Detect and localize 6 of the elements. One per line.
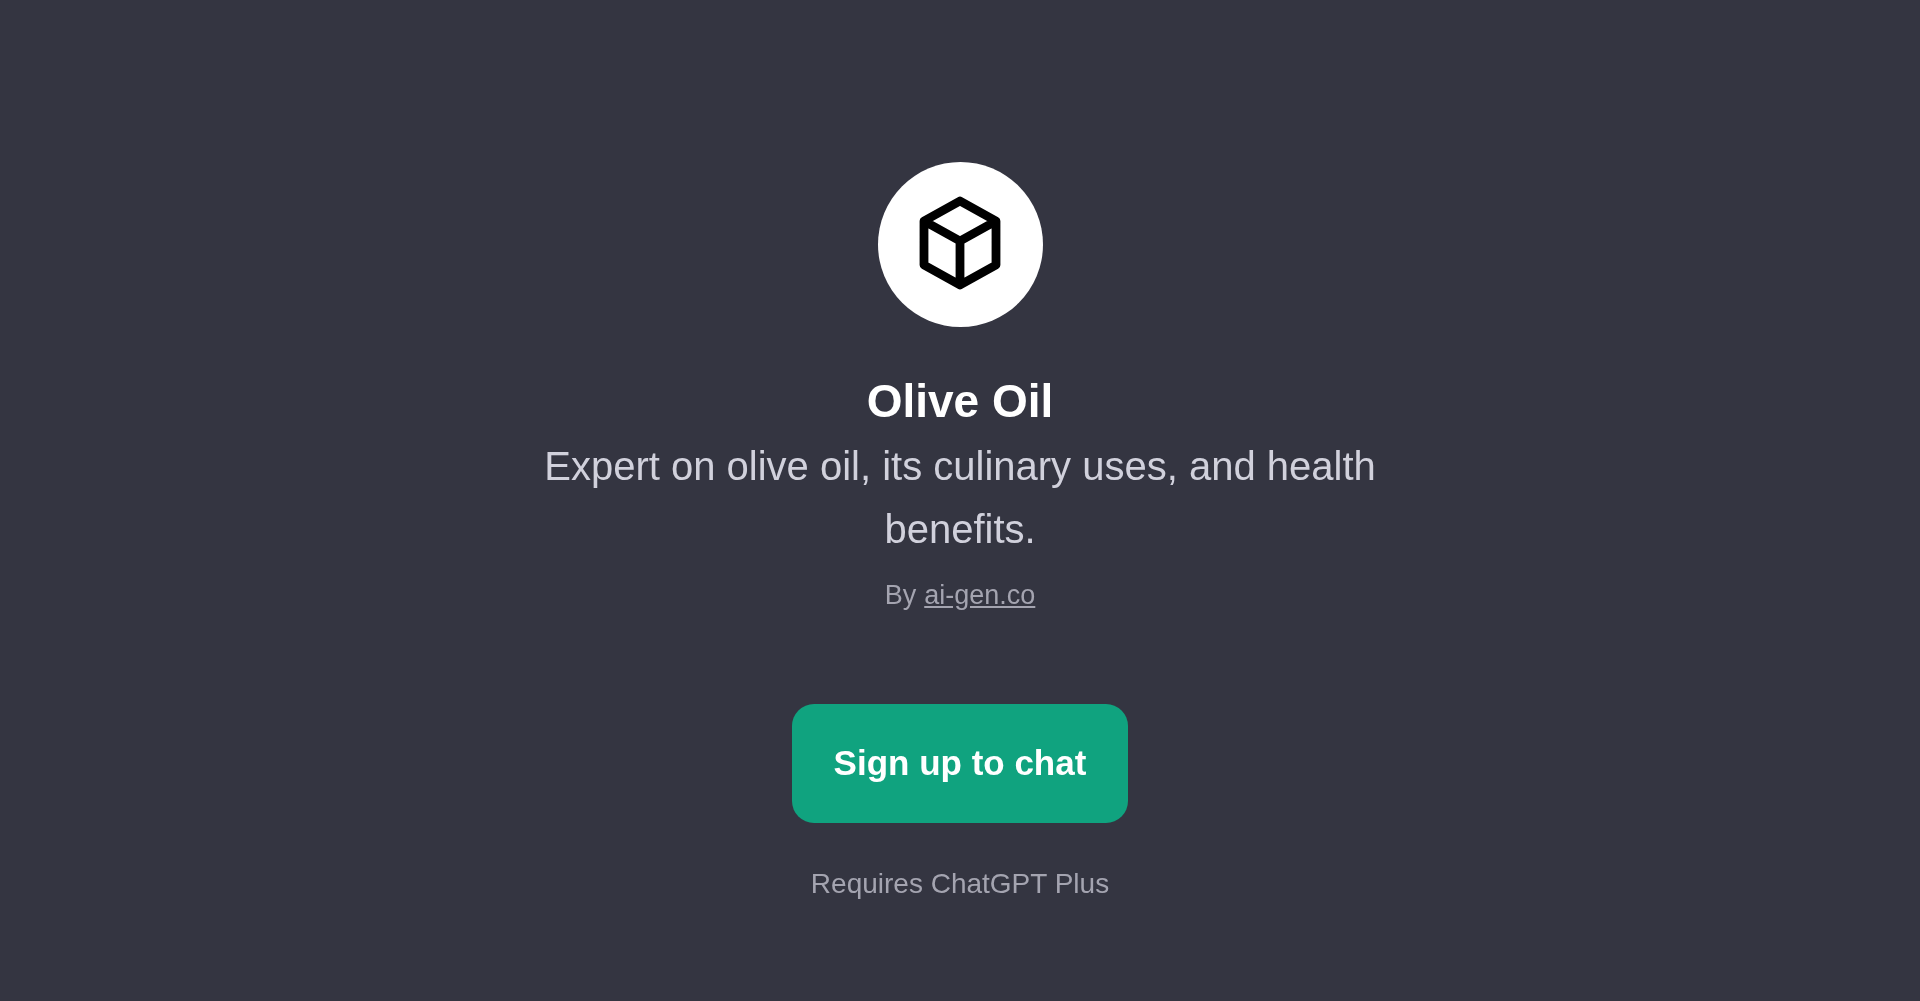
gpt-description: Expert on olive oil, its culinary uses, and health benefits. [543,443,1377,553]
gpt-title: Olive Oil [866,374,1054,429]
by-label: By [884,579,917,612]
requirement-note: Requires ChatGPT Plus [810,866,1110,901]
author-link[interactable]: ai-gen.co [924,575,1036,616]
sign-up-button[interactable]: Sign up to chat [792,703,1128,823]
